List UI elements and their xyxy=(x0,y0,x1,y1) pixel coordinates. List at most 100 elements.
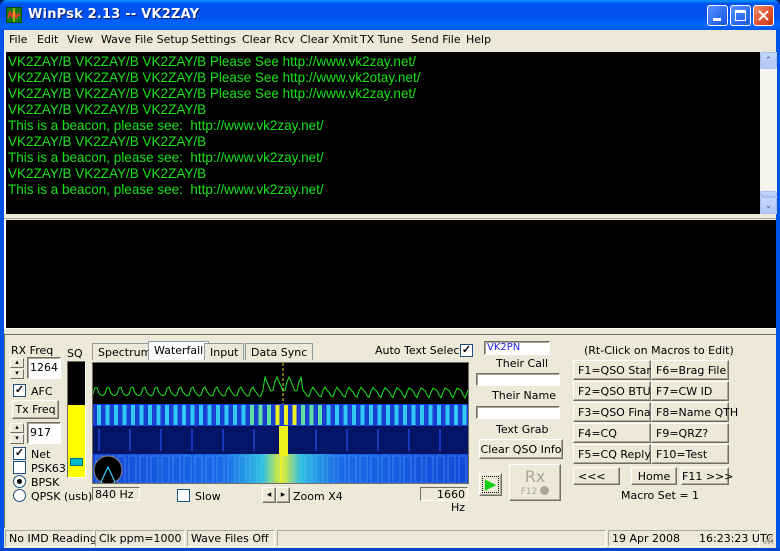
imd-status: No IMD Reading xyxy=(5,530,97,547)
macro-f1-button[interactable]: F1=QSO Start xyxy=(573,360,655,380)
tx-freq-input[interactable]: 917 xyxy=(27,422,61,444)
text-grab-input[interactable] xyxy=(476,406,560,419)
waterfall-stripe xyxy=(199,405,203,425)
macro-f3-button[interactable]: F3=QSO Final xyxy=(573,402,654,422)
tab-input[interactable]: Input xyxy=(204,343,245,360)
low-frequency-readout: 840 Hz xyxy=(92,487,140,501)
rx-button[interactable]: Rx F12 xyxy=(509,464,561,501)
menu-view[interactable]: View xyxy=(67,33,93,46)
scroll-down-button[interactable]: ⌄ xyxy=(760,197,777,214)
status-dot-icon xyxy=(540,486,550,495)
scroll-up-button[interactable]: ⌃ xyxy=(760,52,777,69)
rx-label: Rx xyxy=(524,467,546,486)
squelch-meter[interactable] xyxy=(67,361,86,478)
play-icon: ▶ xyxy=(484,475,497,493)
macro-prev-set-button[interactable]: <<< xyxy=(573,467,620,485)
receive-line: VK2ZAY/B VK2ZAY/B VK2ZAY/B xyxy=(8,102,207,117)
zoom-left-button[interactable]: ◂ xyxy=(262,487,276,503)
waterfall-stripe xyxy=(216,405,220,425)
bpsk-radio[interactable] xyxy=(13,475,26,488)
macro-f6-button[interactable]: F6=Brag File xyxy=(651,360,729,380)
macro-set-label: Macro Set = 1 xyxy=(621,489,700,502)
waterfall-tick xyxy=(129,429,131,451)
macro-f8-button[interactable]: F8=Name QTH xyxy=(651,402,738,422)
their-name-input[interactable] xyxy=(476,373,560,386)
squelch-threshold-slider[interactable] xyxy=(70,458,83,466)
waterfall-stripe xyxy=(207,405,212,425)
waterfall-band-top xyxy=(93,404,468,426)
resize-grip-icon[interactable] xyxy=(762,533,774,545)
macro-home-button[interactable]: Home xyxy=(631,467,677,485)
bpsk-label: BPSK xyxy=(31,476,60,489)
clear-qso-info-button[interactable]: Clear QSO Info xyxy=(479,439,563,459)
pane-splitter[interactable] xyxy=(4,328,776,333)
macro-next-set-button[interactable]: F11 >>> xyxy=(681,467,733,485)
arrow-up-icon: ▴ xyxy=(15,424,19,431)
afc-checkbox[interactable]: ✓ xyxy=(13,384,26,397)
auto-text-select-checkbox[interactable]: ✓ xyxy=(460,344,473,357)
menu-clear-xmit[interactable]: Clear Xmit xyxy=(300,33,358,46)
receive-text-pane[interactable]: VK2ZAY/B VK2ZAY/B VK2ZAY/B Please See ht… xyxy=(4,52,760,214)
close-button[interactable] xyxy=(753,5,774,26)
arrow-left-icon: ◂ xyxy=(266,490,272,500)
macro-f10-button[interactable]: F10=Test xyxy=(651,444,729,464)
rx-freq-input[interactable]: 1264 xyxy=(27,357,61,379)
tx-freq-button[interactable]: Tx Freq xyxy=(12,400,59,419)
tab-waterfall[interactable]: Waterfall xyxy=(148,341,210,360)
zoom-right-button[interactable]: ▸ xyxy=(276,487,290,503)
maximize-button[interactable] xyxy=(730,5,751,26)
pane-splitter[interactable] xyxy=(4,214,776,219)
waterfall-display[interactable] xyxy=(92,362,469,484)
macro-f5-button[interactable]: F5=CQ Reply xyxy=(573,444,651,464)
tx-freq-up-button[interactable]: ▴ xyxy=(10,423,24,433)
afc-label: AFC xyxy=(31,385,53,398)
rx-freq-down-button[interactable]: ▾ xyxy=(10,369,24,379)
menu-help[interactable]: Help xyxy=(466,33,491,46)
text-grab-label: Text Grab xyxy=(496,423,549,436)
menu-wave-file-setup[interactable]: Wave File Setup xyxy=(101,33,189,46)
waterfall-stripe xyxy=(233,405,237,425)
waterfall-tick xyxy=(191,429,193,451)
waterfall-stripe xyxy=(165,405,169,425)
menu-edit[interactable]: Edit xyxy=(37,33,58,46)
net-label: Net xyxy=(31,448,51,461)
waterfall-stripe xyxy=(420,405,424,425)
checkmark-icon: ✓ xyxy=(461,344,472,356)
macro-f2-button[interactable]: F2=QSO BTU xyxy=(573,381,651,401)
waterfall-canvas[interactable] xyxy=(93,363,469,484)
menu-send-file[interactable]: Send File xyxy=(411,33,461,46)
qpsk-radio[interactable] xyxy=(13,489,26,502)
menu-settings[interactable]: Settings xyxy=(191,33,236,46)
macro-f7-button[interactable]: F7=CW ID xyxy=(651,381,729,401)
menu-clear-rcv[interactable]: Clear Rcv xyxy=(242,33,294,46)
macro-f9-button[interactable]: F9=QRZ? xyxy=(651,423,729,443)
client-area: VK2ZAY/B VK2ZAY/B VK2ZAY/B Please See ht… xyxy=(4,50,777,528)
app-icon[interactable] xyxy=(6,7,22,23)
menu-file[interactable]: File xyxy=(9,33,27,46)
waterfall-stripe xyxy=(335,405,339,425)
macro-f4-button[interactable]: F4=CQ xyxy=(573,423,651,443)
transmit-text-pane[interactable] xyxy=(4,220,776,328)
rx-freq-up-button[interactable]: ▴ xyxy=(10,358,24,368)
psk63-checkbox[interactable] xyxy=(13,461,26,474)
arrow-down-icon: ▾ xyxy=(15,370,19,377)
waterfall-stripe xyxy=(411,405,416,425)
minimize-button[interactable] xyxy=(707,5,728,26)
tab-data-sync[interactable]: Data Sync xyxy=(245,343,314,360)
their-call-input[interactable]: VK2PN xyxy=(484,341,550,355)
waterfall-tick xyxy=(315,429,317,451)
title-bar[interactable]: WinPsk 2.13 -- VK2ZAY xyxy=(0,0,780,30)
squelch-level-fill xyxy=(68,405,85,477)
menu-tx-tune[interactable]: TX Tune xyxy=(360,33,404,46)
slow-checkbox[interactable] xyxy=(177,489,190,502)
tx-freq-down-button[interactable]: ▾ xyxy=(10,434,24,444)
waterfall-stripe xyxy=(462,405,467,425)
waterfall-stripe xyxy=(394,405,399,425)
waterfall-stripe xyxy=(267,405,271,425)
transmit-button[interactable]: ▶ xyxy=(479,473,502,496)
net-checkbox[interactable]: ✓ xyxy=(13,447,26,460)
arrow-down-icon: ▾ xyxy=(15,435,19,442)
waterfall-stripe xyxy=(131,405,135,425)
receive-scrollbar[interactable]: ⌃ ⌄ xyxy=(760,52,777,214)
wave-files-status: Wave Files Off xyxy=(187,530,275,547)
